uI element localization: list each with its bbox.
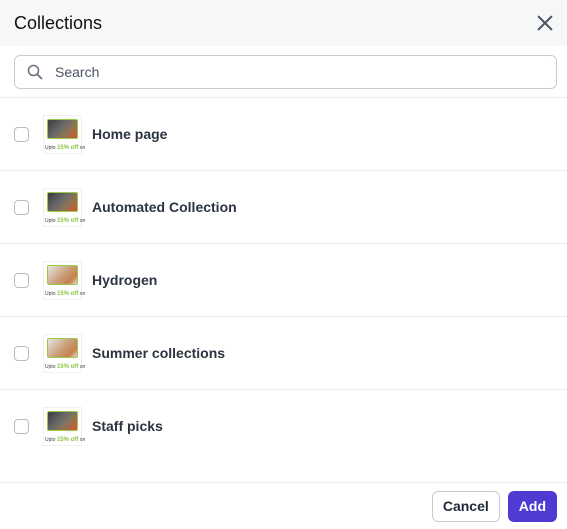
- checkbox[interactable]: [14, 126, 29, 142]
- collection-label: Staff picks: [92, 418, 163, 434]
- list-item[interactable]: Upto 15% off on Hydrogen: [0, 244, 567, 317]
- checkbox[interactable]: [14, 199, 29, 215]
- checkbox[interactable]: [14, 345, 29, 361]
- collection-thumbnail: Upto 15% off on: [43, 406, 85, 446]
- list-item[interactable]: Upto 15% off on Summer collections: [0, 317, 567, 390]
- collection-label: Hydrogen: [92, 272, 158, 288]
- list-item[interactable]: Upto 15% off on Automated Collection: [0, 171, 567, 244]
- modal-footer: Cancel Add: [0, 482, 567, 529]
- add-button[interactable]: Add: [507, 490, 557, 522]
- collection-thumbnail: Upto 15% off on: [43, 187, 85, 227]
- modal-title: Collections: [14, 12, 103, 33]
- collection-thumbnail: Upto 15% off on: [43, 260, 85, 300]
- search-input[interactable]: [53, 63, 544, 81]
- collection-label: Home page: [92, 126, 168, 142]
- modal-header: Collections: [0, 0, 567, 46]
- checkbox[interactable]: [14, 418, 29, 434]
- collection-list: Upto 15% off on Home page Upto 15% off o…: [0, 98, 567, 462]
- collection-label: Automated Collection: [92, 199, 237, 215]
- checkbox[interactable]: [14, 272, 29, 288]
- collection-label: Summer collections: [92, 345, 226, 361]
- cancel-button[interactable]: Cancel: [431, 490, 500, 522]
- search-icon: [27, 64, 43, 80]
- close-icon[interactable]: [535, 13, 555, 33]
- collection-thumbnail: Upto 15% off on: [43, 333, 85, 373]
- search-bar: [0, 46, 567, 98]
- search-field[interactable]: [14, 55, 557, 89]
- list-item[interactable]: Upto 15% off on Home page: [0, 98, 567, 171]
- list-item[interactable]: Upto 15% off on Staff picks: [0, 390, 567, 462]
- collection-thumbnail: Upto 15% off on: [43, 114, 85, 154]
